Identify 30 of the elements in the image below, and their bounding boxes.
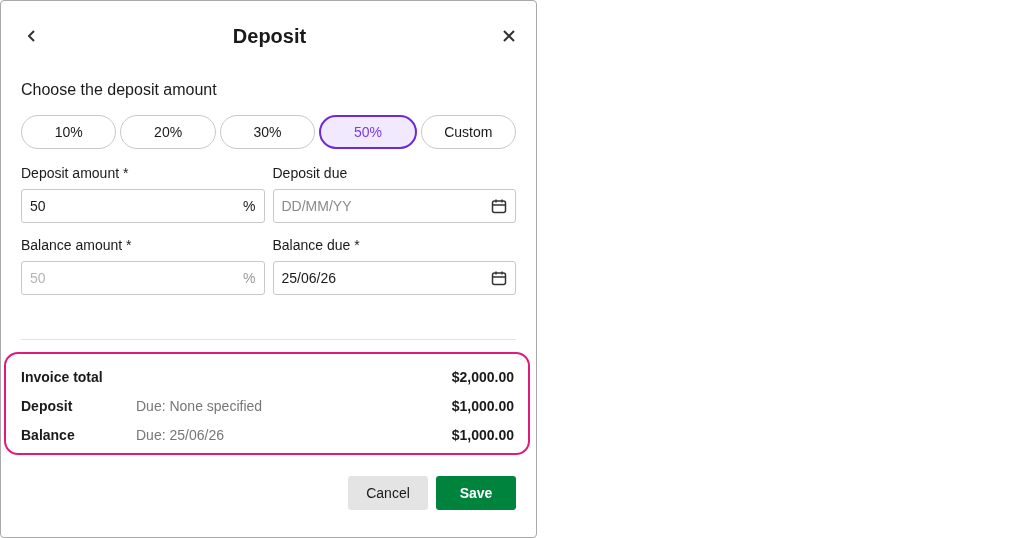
summary-label: Invoice total (21, 369, 104, 385)
summary-amount: $2,000.00 (451, 369, 514, 385)
back-button[interactable] (27, 29, 37, 43)
summary-label: Deposit (21, 398, 74, 414)
summary-amount: $1,000.00 (451, 398, 514, 414)
dialog-title: Deposit (232, 24, 307, 48)
calendar-icon (491, 270, 507, 286)
preset-chip[interactable]: 10% (21, 115, 117, 149)
preset-chip[interactable]: 30% (219, 115, 316, 149)
preset-chip[interactable]: 50% (319, 115, 417, 149)
section-heading: Choose the deposit amount (21, 81, 218, 99)
input-field[interactable]: 50 % (21, 189, 265, 223)
field-label: Balance amount * (21, 237, 133, 253)
close-button[interactable] (502, 29, 516, 43)
suffix: % (243, 270, 256, 286)
summary-label: Balance (21, 427, 76, 443)
input-field[interactable]: DD/MM/YY (272, 189, 516, 223)
preset-chip[interactable]: 20% (120, 115, 216, 149)
field-label: Deposit due (272, 165, 349, 181)
summary-amount: $1,000.00 (451, 427, 514, 443)
field-label: Deposit amount * (21, 165, 130, 181)
due-note: Due: 25/06/26 (136, 427, 225, 443)
input-field[interactable]: 25/06/26 (272, 261, 516, 295)
field-label: Balance due * (272, 237, 361, 253)
due-note: Due: None specified (136, 398, 264, 414)
cancel-button[interactable]: Cancel (348, 476, 428, 510)
preset-chip[interactable]: Custom (420, 115, 517, 149)
suffix: % (243, 198, 256, 214)
calendar-icon (491, 198, 507, 214)
save-button[interactable]: Save (436, 476, 516, 510)
